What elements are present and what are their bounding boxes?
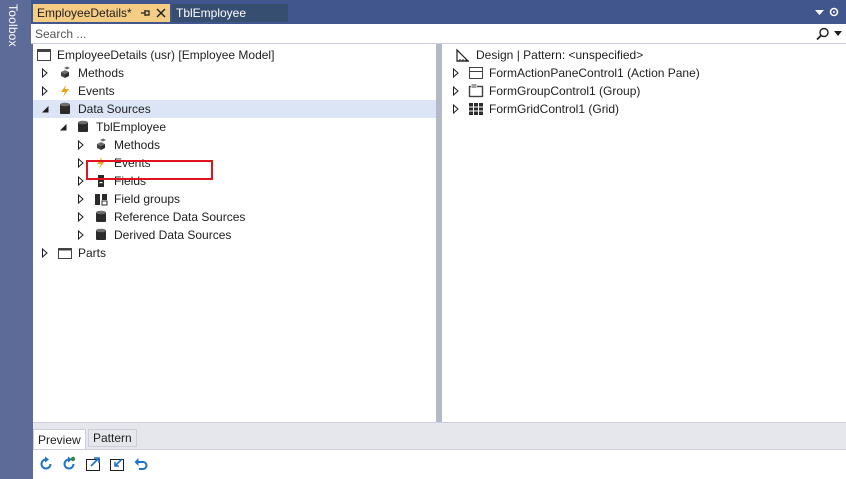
expand-arrow-icon[interactable] xyxy=(40,68,50,78)
tree-label: Design | Pattern: <unspecified> xyxy=(476,48,644,62)
database-icon xyxy=(96,210,106,222)
toolbox-strip[interactable]: Toolbox xyxy=(0,0,31,478)
chevron-down-icon[interactable] xyxy=(815,8,824,16)
tab-label: EmployeeDetails* xyxy=(37,6,132,20)
group-icon xyxy=(468,84,484,98)
tab-employee-details[interactable]: EmployeeDetails* xyxy=(33,4,170,22)
tree-label: Data Sources xyxy=(78,102,151,116)
expand-arrow-icon[interactable] xyxy=(451,86,461,96)
collapse-arrow-icon[interactable] xyxy=(58,122,68,132)
open-window-icon[interactable] xyxy=(85,456,101,472)
expand-arrow-icon[interactable] xyxy=(76,140,86,150)
expand-arrow-icon[interactable] xyxy=(76,194,86,204)
design-tree-pane: Design | Pattern: <unspecified> FormActi… xyxy=(442,44,846,422)
tab-pattern[interactable]: Pattern xyxy=(88,429,137,447)
tree-node-tbl-methods[interactable]: Methods xyxy=(76,136,160,154)
database-icon xyxy=(78,120,88,132)
tree-node-group[interactable]: FormGroupControl1 (Group) xyxy=(451,82,640,100)
database-icon xyxy=(60,102,70,114)
expand-arrow-icon[interactable] xyxy=(76,176,86,186)
expand-arrow-icon[interactable] xyxy=(76,212,86,222)
data-tree-pane: EmployeeDetails (usr) [Employee Model] M… xyxy=(33,44,436,422)
tree-label: Methods xyxy=(78,66,125,80)
tree-design-root[interactable]: Design | Pattern: <unspecified> xyxy=(455,46,643,64)
tree-label: Methods xyxy=(114,138,161,152)
methods-icon xyxy=(97,138,106,150)
design-icon xyxy=(456,48,470,62)
tree-node-grid[interactable]: FormGridControl1 (Grid) xyxy=(451,100,619,118)
close-icon[interactable] xyxy=(155,5,167,21)
search-bar xyxy=(31,24,846,44)
tree-node-reference-data-sources[interactable]: Reference Data Sources xyxy=(76,208,245,226)
expand-arrow-icon[interactable] xyxy=(40,86,50,96)
field-groups-icon xyxy=(95,194,108,206)
tree-node-tbl-employee[interactable]: TblEmployee xyxy=(58,118,166,136)
tab-label: Preview xyxy=(38,432,81,447)
tab-label: TblEmployee xyxy=(176,6,247,20)
tab-preview[interactable]: Preview xyxy=(33,429,86,449)
tree-root[interactable]: EmployeeDetails (usr) [Employee Model] xyxy=(36,46,274,64)
preview-toolbar xyxy=(33,449,846,479)
expand-arrow-icon[interactable] xyxy=(76,158,86,168)
chevron-down-icon[interactable] xyxy=(834,31,842,37)
tree-label: TblEmployee xyxy=(96,120,167,134)
tree-node-derived-data-sources[interactable]: Derived Data Sources xyxy=(76,226,231,244)
tree-label: Reference Data Sources xyxy=(114,210,246,224)
tree-node-field-groups[interactable]: Field groups xyxy=(76,190,180,208)
tree-node-action-pane[interactable]: FormActionPaneControl1 (Action Pane) xyxy=(451,64,700,82)
refresh-icon[interactable] xyxy=(38,456,54,472)
lightning-icon xyxy=(61,85,69,97)
tree-label: Derived Data Sources xyxy=(114,228,232,242)
undo-icon[interactable] xyxy=(133,456,149,472)
tree-node-events[interactable]: Events xyxy=(40,82,115,100)
tree-label: Events xyxy=(78,84,115,98)
preview-panel: Preview Pattern xyxy=(33,422,846,479)
red-highlight-box xyxy=(86,160,213,180)
tree-label: Field groups xyxy=(114,192,181,206)
tree-node-parts[interactable]: Parts xyxy=(40,244,106,262)
toolbox-label[interactable]: Toolbox xyxy=(6,4,20,47)
grid-icon xyxy=(469,103,483,115)
form-icon xyxy=(37,49,51,61)
refresh-green-icon[interactable] xyxy=(61,456,77,472)
tree-label: FormActionPaneControl1 (Action Pane) xyxy=(489,66,700,80)
export-icon[interactable] xyxy=(109,456,125,472)
action-pane-icon xyxy=(469,67,483,79)
tree-node-data-sources[interactable]: Data Sources xyxy=(40,100,151,118)
expand-arrow-icon[interactable] xyxy=(40,248,50,258)
parts-icon xyxy=(58,248,72,259)
expand-arrow-icon[interactable] xyxy=(451,68,461,78)
tree-label: EmployeeDetails (usr) [Employee Model] xyxy=(57,48,275,62)
pin-icon[interactable] xyxy=(139,5,151,21)
tab-tbl-employee[interactable]: TblEmployee xyxy=(172,4,288,22)
document-tab-bar: EmployeeDetails* TblEmployee xyxy=(31,0,846,24)
expand-arrow-icon[interactable] xyxy=(76,230,86,240)
database-icon xyxy=(96,228,106,240)
methods-icon xyxy=(61,66,70,78)
collapse-arrow-icon[interactable] xyxy=(40,104,50,114)
tree-label: Parts xyxy=(78,246,107,260)
search-icon[interactable] xyxy=(816,27,830,41)
tree-label: FormGridControl1 (Grid) xyxy=(489,102,620,116)
expand-arrow-icon[interactable] xyxy=(451,104,461,114)
tree-label: FormGroupControl1 (Group) xyxy=(489,84,641,98)
tree-node-methods[interactable]: Methods xyxy=(40,64,124,82)
gear-icon[interactable] xyxy=(828,6,840,18)
search-input[interactable] xyxy=(35,26,795,41)
tab-label: Pattern xyxy=(93,431,132,445)
